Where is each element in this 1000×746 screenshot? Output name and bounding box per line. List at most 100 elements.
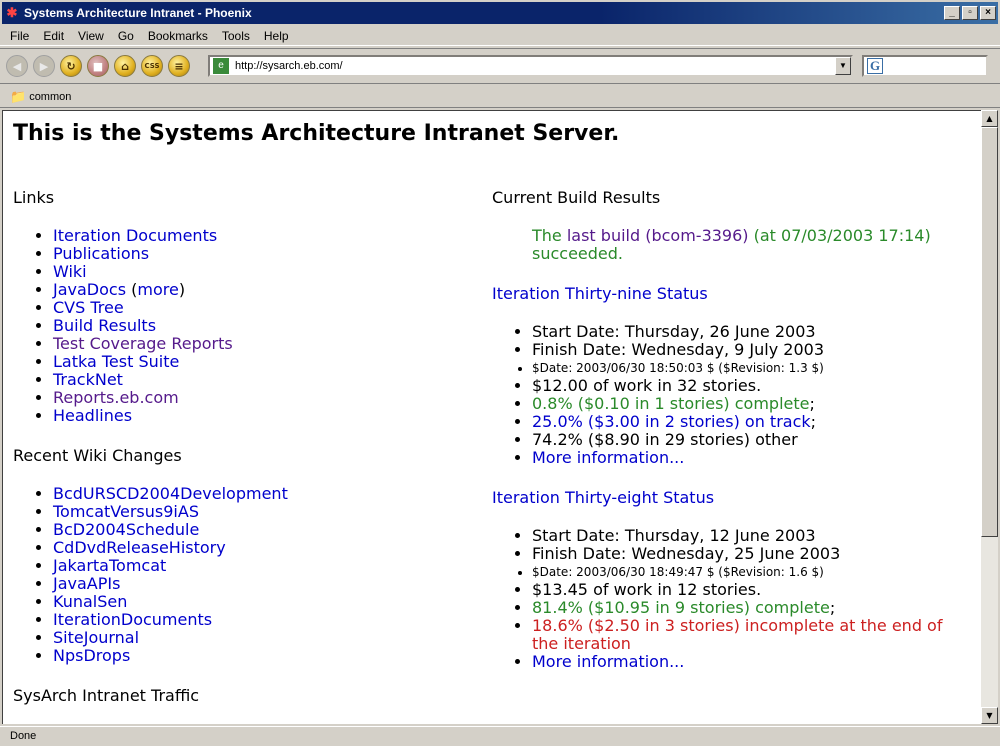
page-title: This is the Systems Architecture Intrane… <box>13 121 620 146</box>
url-dropdown-icon[interactable]: ▼ <box>835 57 851 75</box>
wiki-link[interactable]: BcdURSCD2004Development <box>53 484 288 503</box>
paren-close: ) <box>178 280 186 299</box>
page-content: This is the Systems Architecture Intrane… <box>2 110 981 724</box>
list-item: TomcatVersus9iAS <box>53 503 453 521</box>
list-item: Start Date: Thursday, 26 June 2003 <box>532 323 972 341</box>
bookmarks-toolbar: 📁 common <box>0 86 1000 108</box>
right-column: Current Build Results The last build (bc… <box>492 189 972 693</box>
list-item: 81.4% ($10.95 in 9 stories) complete; <box>532 599 972 617</box>
menu-tools[interactable]: Tools <box>216 29 258 43</box>
list-item: Latka Test Suite <box>53 353 453 371</box>
window-title: Systems Architecture Intranet - Phoenix <box>24 6 252 20</box>
vertical-scrollbar[interactable]: ▲ ▼ <box>981 110 998 724</box>
list-item: $12.00 of work in 32 stories. <box>532 377 972 395</box>
list-item: 0.8% ($0.10 in 1 stories) complete; <box>532 395 972 413</box>
search-input[interactable]: G <box>862 55 988 77</box>
menu-help[interactable]: Help <box>258 29 297 43</box>
link-iteration-39-status[interactable]: Iteration Thirty-nine Status <box>492 284 708 303</box>
wiki-link[interactable]: BcD2004Schedule <box>53 520 199 539</box>
list-item: Publications <box>53 245 453 263</box>
list-item: Start Date: Thursday, 12 June 2003 <box>532 527 972 545</box>
link-publications[interactable]: Publications <box>53 244 149 263</box>
list-item: JakartaTomcat <box>53 557 453 575</box>
title-bar: ✱ Systems Architecture Intranet - Phoeni… <box>0 0 1000 24</box>
list-item: SiteJournal <box>53 629 453 647</box>
link-wiki[interactable]: Wiki <box>53 262 87 281</box>
close-button[interactable]: × <box>980 6 996 20</box>
bookmark-item-common[interactable]: common <box>29 91 71 103</box>
maximize-button[interactable]: ▫ <box>962 6 978 20</box>
css-icon[interactable]: CSS <box>141 55 163 77</box>
url-text[interactable]: http://sysarch.eb.com/ <box>235 60 835 72</box>
status-bar: Done <box>0 726 1000 746</box>
reload-icon[interactable]: ↻ <box>60 55 82 77</box>
site-favicon-icon: e <box>213 58 229 74</box>
home-icon[interactable]: ⌂ <box>114 55 136 77</box>
forward-icon[interactable]: ▶ <box>33 55 55 77</box>
build-prefix: The <box>532 226 567 245</box>
link-latka-test-suite[interactable]: Latka Test Suite <box>53 352 179 371</box>
link-javadocs-more[interactable]: more <box>137 280 178 299</box>
list-item: $Date: 2003/06/30 18:50:03 $ ($Revision:… <box>532 359 972 377</box>
scroll-up-icon[interactable]: ▲ <box>981 110 998 127</box>
link-reports[interactable]: Reports.eb.com <box>53 388 179 407</box>
link-iteration-documents[interactable]: Iteration Documents <box>53 226 217 245</box>
list-item: Finish Date: Wednesday, 25 June 2003 <box>532 545 972 563</box>
link-iteration-38-status[interactable]: Iteration Thirty-eight Status <box>492 488 714 507</box>
back-icon[interactable]: ◀ <box>6 55 28 77</box>
build-heading: Current Build Results <box>492 188 661 207</box>
sidebar-icon[interactable]: ≡ <box>168 55 190 77</box>
link-headlines[interactable]: Headlines <box>53 406 132 425</box>
list-item: Headlines <box>53 407 453 425</box>
wiki-link[interactable]: KunalSen <box>53 592 127 611</box>
wiki-link[interactable]: JavaAPIs <box>53 574 120 593</box>
list-item: NpsDrops <box>53 647 453 665</box>
navigation-toolbar: ◀ ▶ ↻ ■ ⌂ CSS ≡ e http://sysarch.eb.com/… <box>0 48 1000 84</box>
minimize-button[interactable]: _ <box>944 6 960 20</box>
scroll-thumb[interactable] <box>981 127 998 537</box>
wiki-link[interactable]: TomcatVersus9iAS <box>53 502 199 521</box>
iteration-38-list: Start Date: Thursday, 12 June 2003 Finis… <box>492 527 972 671</box>
left-column: Links Iteration Documents Publications W… <box>13 189 453 724</box>
wiki-link[interactable]: SiteJournal <box>53 628 139 647</box>
wiki-link[interactable]: CdDvdReleaseHistory <box>53 538 226 557</box>
wiki-link[interactable]: JakartaTomcat <box>53 556 166 575</box>
link-last-build[interactable]: last build (bcom-3396) <box>567 226 749 245</box>
wiki-link[interactable]: IterationDocuments <box>53 610 212 629</box>
link-iteration-39-more[interactable]: More information... <box>532 448 684 467</box>
link-tracknet[interactable]: TrackNet <box>53 370 123 389</box>
list-item: TrackNet <box>53 371 453 389</box>
url-field[interactable]: e http://sysarch.eb.com/ ▼ <box>208 55 853 77</box>
menu-edit[interactable]: Edit <box>37 29 72 43</box>
menu-file[interactable]: File <box>4 29 37 43</box>
list-item: CdDvdReleaseHistory <box>53 539 453 557</box>
list-item: $Date: 2003/06/30 18:49:47 $ ($Revision:… <box>532 563 972 581</box>
stop-icon[interactable]: ■ <box>87 55 109 77</box>
list-item: BcdURSCD2004Development <box>53 485 453 503</box>
traffic-heading: SysArch Intranet Traffic <box>13 686 200 705</box>
iteration-39-complete: 0.8% ($0.10 in 1 stories) complete <box>532 394 810 413</box>
link-javadocs[interactable]: JavaDocs <box>53 280 126 299</box>
menu-go[interactable]: Go <box>112 29 142 43</box>
app-icon: ✱ <box>6 5 18 20</box>
links-list: Iteration Documents Publications Wiki Ja… <box>13 227 453 425</box>
wiki-heading: Recent Wiki Changes <box>13 446 182 465</box>
link-build-results[interactable]: Build Results <box>53 316 156 335</box>
wiki-link[interactable]: NpsDrops <box>53 646 130 665</box>
list-item: Wiki <box>53 263 453 281</box>
menu-view[interactable]: View <box>72 29 112 43</box>
link-cvs-tree[interactable]: CVS Tree <box>53 298 124 317</box>
iteration-38-incomplete: 18.6% ($2.50 in 3 stories) incomplete at… <box>532 616 943 653</box>
list-item: JavaDocs (more) <box>53 281 453 299</box>
list-item: JavaAPIs <box>53 575 453 593</box>
google-search-icon[interactable]: G <box>867 58 883 74</box>
scroll-down-icon[interactable]: ▼ <box>981 707 998 724</box>
list-item: 74.2% ($8.90 in 29 stories) other <box>532 431 972 449</box>
link-iteration-38-more[interactable]: More information... <box>532 652 684 671</box>
links-heading: Links <box>13 188 55 207</box>
list-item: Test Coverage Reports <box>53 335 453 353</box>
link-test-coverage-reports[interactable]: Test Coverage Reports <box>53 334 233 353</box>
list-item: CVS Tree <box>53 299 453 317</box>
list-item: Iteration Documents <box>53 227 453 245</box>
menu-bookmarks[interactable]: Bookmarks <box>142 29 216 43</box>
